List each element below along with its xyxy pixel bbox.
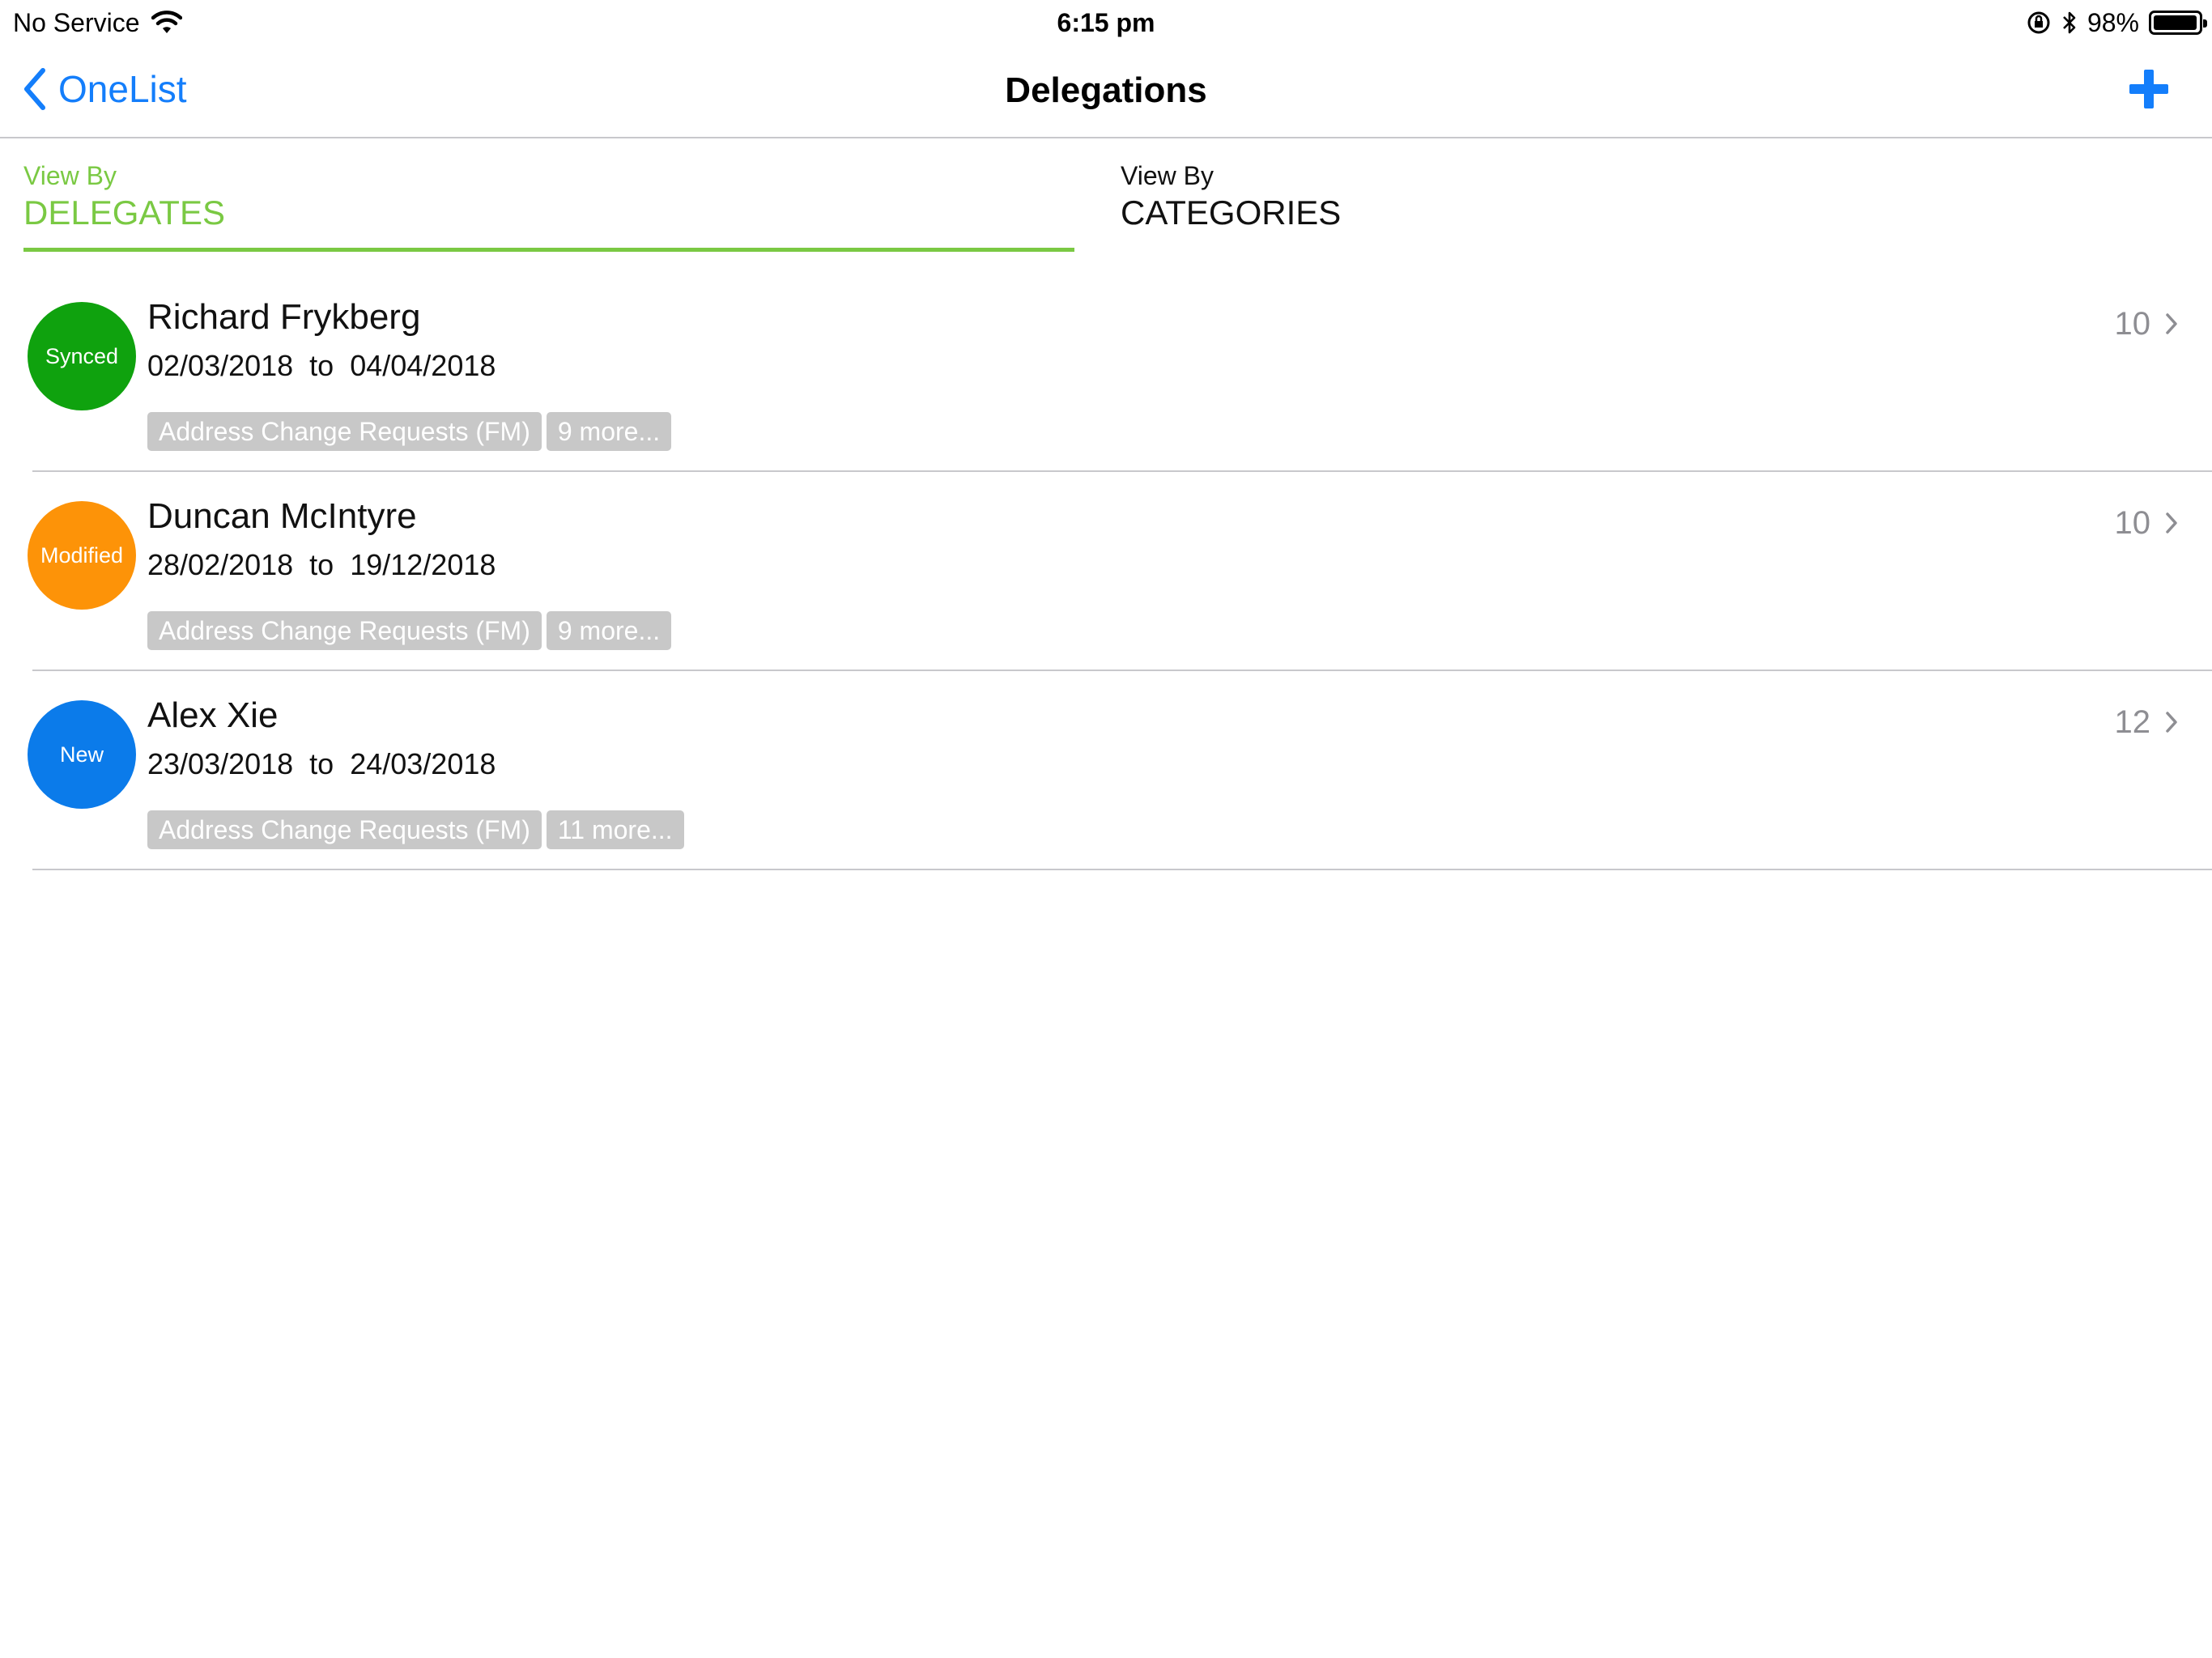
category-tag: Address Change Requests (FM) [147, 412, 542, 451]
battery-level [2154, 15, 2197, 30]
tab-label: DELEGATES [23, 193, 225, 232]
delegation-row[interactable]: New Alex Xie 23/03/2018 to 24/03/2018 Ad… [0, 671, 2212, 870]
row-divider [32, 869, 2212, 870]
view-by-tabs: View By DELEGATES View By CATEGORIES [0, 138, 2212, 252]
count-value: 12 [2114, 704, 2151, 740]
tab-label: CATEGORIES [1121, 193, 1342, 232]
delegate-name: Alex Xie [147, 695, 279, 735]
more-categories-tag: 11 more... [546, 810, 684, 849]
status-badge: New [28, 700, 136, 809]
delegation-row[interactable]: Modified Duncan McIntyre 28/02/2018 to 1… [0, 472, 2212, 671]
chevron-right-icon [2166, 712, 2177, 733]
battery-percent: 98% [2087, 7, 2139, 37]
count-value: 10 [2114, 305, 2151, 342]
tab-categories[interactable]: View By CATEGORIES [1121, 138, 2173, 252]
status-badge: Modified [28, 501, 136, 610]
delegations-list: Synced Richard Frykberg 02/03/2018 to 04… [0, 273, 2212, 870]
more-categories-tag: 9 more... [546, 611, 672, 650]
category-tags: Address Change Requests (FM) 11 more... [147, 810, 684, 849]
add-button[interactable] [2128, 68, 2170, 110]
category-count: 12 [2115, 700, 2179, 744]
date-range: 02/03/2018 to 04/04/2018 [147, 349, 496, 382]
date-range: 23/03/2018 to 24/03/2018 [147, 747, 496, 780]
tab-delegates[interactable]: View By DELEGATES [23, 138, 1074, 252]
tab-selected-indicator [23, 248, 1074, 252]
plus-icon [2129, 70, 2168, 108]
chevron-right-icon [2166, 512, 2177, 534]
category-count: 10 [2115, 501, 2179, 545]
status-badge: Synced [28, 302, 136, 410]
date-range: 28/02/2018 to 19/12/2018 [147, 548, 496, 581]
category-count: 10 [2115, 302, 2179, 346]
navigation-bar: OneList Delegations [0, 45, 2212, 138]
clock: 6:15 pm [1057, 8, 1155, 37]
status-right: 98% [2026, 5, 2207, 40]
delegate-name: Richard Frykberg [147, 297, 421, 337]
tab-kicker: View By [1121, 161, 1214, 190]
category-tag: Address Change Requests (FM) [147, 611, 542, 650]
more-categories-tag: 9 more... [546, 412, 672, 451]
tab-kicker: View By [23, 161, 117, 190]
bluetooth-icon [2063, 11, 2076, 34]
category-tags: Address Change Requests (FM) 9 more... [147, 412, 672, 451]
page-title: Delegations [1005, 70, 1207, 110]
orientation-lock-icon [2027, 11, 2050, 34]
battery-icon [2149, 11, 2207, 35]
category-tags: Address Change Requests (FM) 9 more... [147, 611, 672, 650]
chevron-right-icon [2166, 313, 2177, 334]
category-tag: Address Change Requests (FM) [147, 810, 542, 849]
delegate-name: Duncan McIntyre [147, 496, 417, 536]
status-bar: No Service 6:15 pm 98% [0, 0, 2212, 45]
count-value: 10 [2114, 504, 2151, 541]
delegation-row[interactable]: Synced Richard Frykberg 02/03/2018 to 04… [0, 273, 2212, 472]
